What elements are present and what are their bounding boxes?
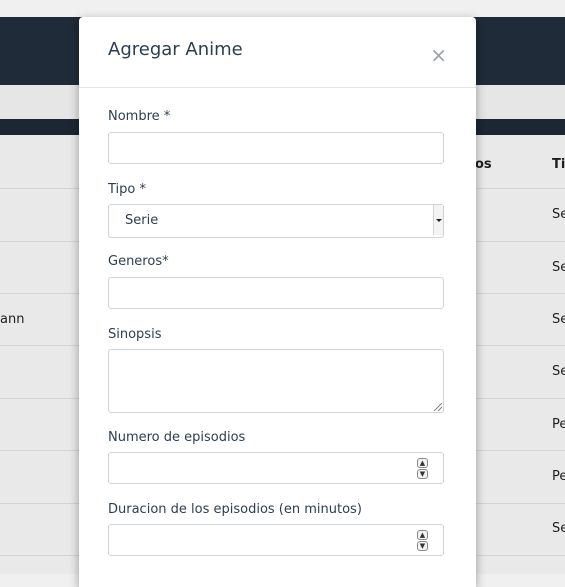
table-cell-type: Se <box>552 207 565 222</box>
table-header-episodes: os <box>475 157 492 172</box>
decrement-icon[interactable]: ▼ <box>417 541 428 551</box>
table-cell-type: Pe <box>552 417 565 432</box>
table-cell-type: Se <box>552 260 565 275</box>
nombre-input[interactable] <box>108 132 444 164</box>
episodios-number-input[interactable]: ▲ ▼ <box>108 452 444 484</box>
chevron-down-icon[interactable] <box>433 205 443 235</box>
table-header-type: Ti <box>552 157 565 172</box>
duracion-stepper[interactable]: ▲ ▼ <box>417 530 429 552</box>
table-cell-type: Se <box>552 364 565 379</box>
resize-handle-icon[interactable] <box>434 403 442 411</box>
sinopsis-label: Sinopsis <box>108 327 162 342</box>
modal-header: Agregar Anime × <box>79 17 476 88</box>
episodios-stepper[interactable]: ▲ ▼ <box>417 458 429 480</box>
generos-input[interactable] <box>108 277 444 309</box>
increment-icon[interactable]: ▲ <box>417 458 428 468</box>
table-cell-type: Pe <box>552 469 565 484</box>
add-anime-modal: Agregar Anime × Nombre * Tipo * Serie Ge… <box>79 17 476 587</box>
tipo-selected-value: Serie <box>125 213 159 228</box>
close-icon[interactable]: × <box>430 45 447 65</box>
duracion-label: Duracion de los episodios (en minutos) <box>108 502 362 517</box>
table-cell-name: ann <box>0 312 25 327</box>
nombre-label: Nombre * <box>108 109 171 124</box>
tipo-select[interactable]: Serie <box>108 204 444 238</box>
sinopsis-textarea[interactable] <box>108 349 444 413</box>
table-cell-type: Se <box>552 312 565 327</box>
table-cell-type: Se <box>552 521 565 536</box>
episodios-label: Numero de episodios <box>108 430 246 445</box>
generos-label: Generos* <box>108 254 169 269</box>
duracion-number-input[interactable]: ▲ ▼ <box>108 524 444 556</box>
decrement-icon[interactable]: ▼ <box>417 469 428 479</box>
tipo-label: Tipo * <box>108 182 146 197</box>
increment-icon[interactable]: ▲ <box>417 530 428 540</box>
modal-title: Agregar Anime <box>108 39 243 60</box>
